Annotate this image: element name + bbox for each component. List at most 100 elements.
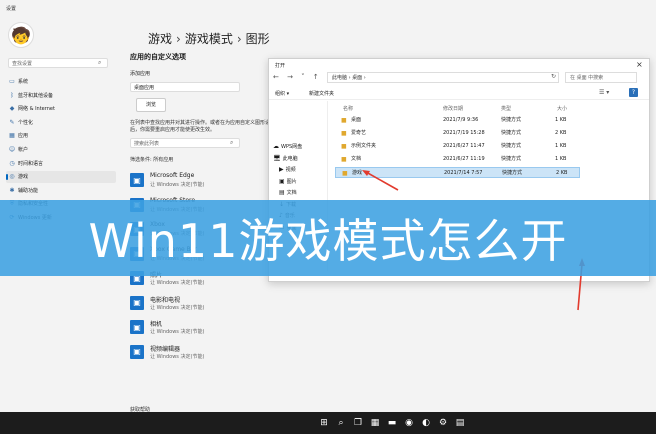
app-gpu-preference: 让 Windows 决定(节能) xyxy=(150,353,205,360)
store-icon[interactable]: ▤ xyxy=(454,417,466,429)
breadcrumb: 游戏 › 游戏模式 › 图形 xyxy=(148,32,270,46)
app-icon: ▣ xyxy=(130,295,144,310)
edge-icon[interactable]: ◐ xyxy=(420,417,432,429)
settings-icon[interactable]: ⚙ xyxy=(437,417,449,429)
sidebar-item-4[interactable]: ▦ 应用 xyxy=(6,130,116,142)
explorer-icon[interactable]: ▬ xyxy=(386,417,398,429)
column-size[interactable]: 大小 xyxy=(557,105,567,112)
tree-item[interactable]: 🖥 此电脑 xyxy=(273,155,298,162)
sidebar-item-label: 应用 xyxy=(18,133,29,140)
app-name: 视频编辑器 xyxy=(150,345,181,353)
dialog-title: 打开 xyxy=(275,63,286,69)
file-type: 快捷方式 xyxy=(501,156,522,162)
list-search-input[interactable]: 搜索此列表 xyxy=(130,138,240,148)
file-date: 2021/7/9 9:36 xyxy=(443,117,479,123)
breadcrumb-games[interactable]: 游戏 xyxy=(148,32,172,46)
tree-item[interactable]: ▣ 图片 xyxy=(279,178,297,185)
file-type: 快捷方式 xyxy=(502,170,523,176)
file-size: 1 KB xyxy=(555,117,567,123)
avatar[interactable]: 🧒 xyxy=(8,22,34,48)
widgets-icon[interactable]: ▦ xyxy=(369,417,381,429)
app-gpu-preference: 让 Windows 决定(节能) xyxy=(150,304,205,311)
refresh-icon[interactable]: ↻ xyxy=(551,73,556,80)
column-name[interactable]: 名称 xyxy=(343,105,353,112)
person-icon: ☺ xyxy=(8,146,16,153)
sidebar-item-2[interactable]: ◆ 网络 & Internet xyxy=(6,103,116,115)
tree-item-label: WPS网盘 xyxy=(281,144,303,150)
view-options-icon[interactable]: ☰ ▾ xyxy=(599,89,609,96)
search-icon[interactable]: ⌕ xyxy=(335,417,347,429)
app-name: 电影和电视 xyxy=(150,296,181,304)
tree-item[interactable]: ▤ 文档 xyxy=(279,189,297,196)
file-name: 桌面 xyxy=(351,117,362,123)
sidebar-item-label: 时间和语言 xyxy=(18,160,44,167)
nav-arrows[interactable]: ← → ˅ ↑ xyxy=(273,73,322,81)
tree-item[interactable]: ▶ 视频 xyxy=(279,166,296,173)
task-view-icon[interactable]: ❐ xyxy=(352,417,364,429)
file-name: 游戏 xyxy=(352,170,363,176)
file-name: 示例文件夹 xyxy=(351,143,377,149)
sidebar-item-label: 系统 xyxy=(18,79,29,85)
folder-icon: ■ xyxy=(341,143,347,150)
bluetooth-icon: ᛒ xyxy=(10,91,14,99)
tree-item[interactable]: ☁ WPS网盘 xyxy=(273,143,302,150)
sidebar-item-label: 个性化 xyxy=(18,119,34,126)
browse-button[interactable]: 浏览 xyxy=(136,98,166,112)
sidebar-item-7[interactable]: ◎ 游戏 xyxy=(6,171,116,184)
app-gpu-preference: 让 Windows 决定(节能) xyxy=(150,280,205,286)
sidebar-item-5[interactable]: ☺ 帐户 xyxy=(6,144,116,156)
app-list-item[interactable]: ▣ 电影和电视让 Windows 决定(节能) xyxy=(130,293,330,315)
dialog-search-input[interactable]: 在 桌面 中搜索 xyxy=(565,72,637,83)
sidebar-item-label: 网络 & Internet xyxy=(18,106,55,113)
file-date: 2021/7/14 7:57 xyxy=(444,170,483,176)
folder-icon: ■ xyxy=(341,130,347,137)
tree-item-label: 此电脑 xyxy=(282,155,298,162)
app-icon: ▣ xyxy=(130,320,144,334)
sidebar-item-8[interactable]: ✱ 辅助功能 xyxy=(6,185,116,197)
search-icon[interactable]: ⌕ xyxy=(98,59,101,67)
new-folder-button[interactable]: 新建文件夹 xyxy=(309,90,334,97)
tree-item-label: 图片 xyxy=(286,178,297,185)
file-type: 快捷方式 xyxy=(501,117,522,123)
brush-icon: ✎ xyxy=(9,118,15,126)
sidebar-item-6[interactable]: ◷ 时间和语言 xyxy=(6,158,116,170)
breadcrumb-game-mode[interactable]: 游戏模式 xyxy=(185,32,233,46)
file-date: 2021/7/19 15:28 xyxy=(443,130,485,136)
title-banner: Win11游戏模式怎么开 xyxy=(0,200,656,276)
file-row[interactable]: ■ 文档 2021/6/27 11:19 快捷方式 1 KB xyxy=(335,154,580,165)
organize-button[interactable]: 组织 ▾ xyxy=(275,90,289,97)
column-date[interactable]: 修改日期 xyxy=(443,105,463,112)
file-row[interactable]: ■ 桌面 2021/7/9 9:36 快捷方式 1 KB xyxy=(335,115,580,126)
network-icon: ◆ xyxy=(9,105,15,113)
folder-icon: 🖥 xyxy=(273,154,281,162)
filter-dropdown[interactable]: 筛选条件: 所有应用 xyxy=(130,156,173,163)
app-type-select[interactable]: 桌面应用 xyxy=(130,82,240,92)
chrome-icon[interactable]: ◉ xyxy=(403,417,415,429)
app-list-item[interactable]: ▣ 相机让 Windows 决定(节能) xyxy=(130,317,330,339)
file-row[interactable]: ■ 游戏 2021/7/14 7:57 快捷方式 2 KB xyxy=(335,167,580,178)
app-list-item[interactable]: ▣ 视频编辑器让 Windows 决定(节能) xyxy=(130,342,330,364)
help-icon[interactable]: ? xyxy=(629,88,638,97)
close-icon[interactable]: × xyxy=(636,60,643,69)
folder-icon: ■ xyxy=(341,156,347,163)
app-gpu-preference: 让 Windows 决定(节能) xyxy=(150,329,205,335)
file-size: 1 KB xyxy=(555,143,567,149)
address-bar[interactable]: 此电脑 › 桌面 › xyxy=(327,72,559,83)
sidebar-item-3[interactable]: ✎ 个性化 xyxy=(6,117,116,129)
file-size: 2 KB xyxy=(556,170,568,176)
apps-icon: ▦ xyxy=(9,132,15,140)
section-title: 应用的自定义选项 xyxy=(130,53,186,61)
windows-start-icon[interactable]: ⊞ xyxy=(318,417,330,429)
settings-search-input[interactable]: 查找设置 xyxy=(8,58,108,68)
file-row[interactable]: ■ 爱奇艺 2021/7/19 15:28 快捷方式 2 KB xyxy=(335,128,580,139)
tree-item-label: 视频 xyxy=(285,167,296,173)
sidebar-item-1[interactable]: ᛒ 蓝牙和其他设备 xyxy=(6,90,116,102)
search-icon: ⌕ xyxy=(230,139,234,146)
clock-icon: ◷ xyxy=(9,159,15,167)
column-type[interactable]: 类型 xyxy=(501,105,511,112)
file-row[interactable]: ■ 示例文件夹 2021/6/27 11:47 快捷方式 1 KB xyxy=(335,141,580,152)
file-date: 2021/6/27 11:47 xyxy=(443,143,485,149)
monitor-icon: ▭ xyxy=(9,78,15,85)
list-description: 在列表中查找应用并对其进行操作。或者在为应用自定义图形设置后，你需要重启应用才能… xyxy=(130,120,276,133)
sidebar-item-0[interactable]: ▭ 系统 xyxy=(6,76,116,88)
